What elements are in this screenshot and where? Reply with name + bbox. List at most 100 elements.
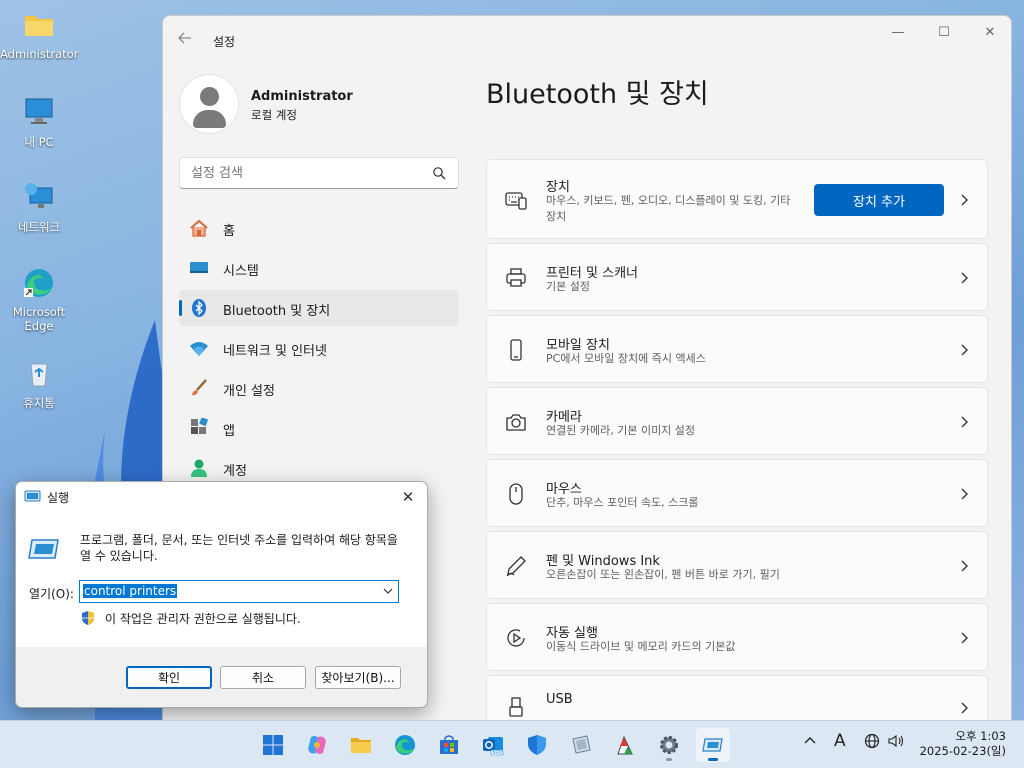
input-indicator[interactable]: A [834, 731, 846, 751]
taskbar-clock[interactable]: 오후 1:03 2025-02-23(일) [920, 729, 1006, 759]
open-label: 열기(O): [29, 587, 74, 601]
card-printers[interactable]: 프린터 및 스캐너 기본 설정 [486, 243, 988, 311]
minimize-button[interactable]: — [881, 22, 915, 44]
wifi-icon [190, 342, 208, 356]
printer-icon [506, 268, 526, 287]
ok-button[interactable]: 확인 [126, 666, 212, 689]
chevron-right-icon [961, 702, 968, 714]
taskbar-edge[interactable] [388, 728, 422, 762]
sidebar-item-label: 개인 설정 [223, 384, 275, 399]
card-description: 오른손잡이 또는 왼손잡이, 펜 버튼 바로 가기, 필기 [546, 568, 780, 581]
window-title: 설정 [213, 35, 236, 49]
settings-cards: 장치 마우스, 키보드, 펜, 오디오, 디스플레이 및 도킹, 기타 장치 장… [486, 159, 988, 722]
brush-icon [192, 379, 207, 396]
run-command-value: control printers [83, 584, 178, 598]
card-usb[interactable]: USB [486, 675, 988, 722]
card-description: 이동식 드라이브 및 메모리 카드의 기본값 [546, 640, 736, 653]
run-close-button[interactable]: ✕ [397, 486, 419, 508]
arrow-left-icon [178, 32, 191, 44]
run-program-icon [28, 539, 59, 559]
chevron-right-icon [961, 272, 968, 284]
card-description: 단추, 마우스 포인터 속도, 스크롤 [546, 496, 699, 509]
mouse-icon [509, 483, 523, 505]
copilot-icon [308, 736, 326, 754]
sidebar-item-label: 홈 [223, 224, 235, 239]
taskbar-copilot[interactable] [300, 728, 334, 762]
card-mouse[interactable]: 마우스 단추, 마우스 포인터 속도, 스크롤 [486, 459, 988, 527]
settings-gear-icon [660, 736, 678, 754]
sidebar-item-system[interactable]: 시스템 [179, 250, 459, 286]
chevron-up-icon [804, 737, 816, 744]
chevron-right-icon [961, 488, 968, 500]
taskbar-start[interactable] [256, 728, 290, 762]
pen-icon [506, 556, 526, 577]
maximize-button[interactable]: ☐ [927, 22, 961, 44]
defender-icon [528, 735, 546, 755]
desktop-icon-edge[interactable]: Microsoft Edge [0, 266, 78, 333]
edge-icon [395, 735, 415, 755]
user-name: Administrator [251, 89, 353, 104]
desktop-icon-label: 네트워크 [17, 220, 61, 234]
user-profile[interactable]: Administrator 로컬 계정 [179, 74, 353, 134]
sidebar-item-label: 네트워크 및 인터넷 [223, 344, 327, 359]
run-icon [24, 490, 41, 502]
chevron-right-icon [961, 194, 968, 206]
store-icon [440, 735, 458, 754]
desktop-icon-recycle-bin[interactable]: 휴지통 [0, 356, 78, 411]
recycle-bin-icon [30, 363, 48, 387]
add-device-button[interactable]: 장치 추가 [814, 184, 944, 216]
close-icon: ✕ [401, 488, 415, 506]
back-button[interactable] [177, 30, 197, 50]
taskbar-snipping[interactable] [564, 728, 598, 762]
search-icon [433, 167, 446, 180]
desktop-icon-this-pc[interactable]: 내 PC [0, 95, 78, 150]
taskbar: NEW A 오후 1:03 2025-02-23(일) [0, 720, 1024, 768]
card-autoplay[interactable]: 자동 실행 이동식 드라이브 및 메모리 카드의 기본값 [486, 603, 988, 671]
tray-network-volume[interactable] [864, 733, 905, 753]
usb-icon [509, 697, 523, 717]
run-title-bar: 실행 ✕ [16, 482, 427, 512]
running-indicator [666, 758, 672, 761]
paint-icon [617, 735, 633, 755]
close-button[interactable]: ✕ [973, 22, 1007, 44]
browse-button[interactable]: 찾아보기(B)... [315, 666, 401, 689]
bluetooth-icon [192, 299, 206, 317]
windows-start-icon [263, 735, 283, 755]
sidebar-item-personalization[interactable]: 개인 설정 [179, 370, 459, 406]
tray-chevron-button[interactable] [803, 733, 817, 751]
taskbar-outlook[interactable]: NEW [476, 728, 510, 762]
chevron-down-icon[interactable] [382, 585, 394, 597]
taskbar-defender[interactable] [520, 728, 554, 762]
card-description: 마우스, 키보드, 펜, 오디오, 디스플레이 및 도킹, 기타 장치 [546, 194, 791, 223]
taskbar-paint[interactable] [608, 728, 642, 762]
card-description: PC에서 모바일 장치에 즉시 액세스 [546, 352, 706, 365]
card-mobile-devices[interactable]: 모바일 장치 PC에서 모바일 장치에 즉시 액세스 [486, 315, 988, 383]
avatar [179, 74, 239, 134]
camera-icon [506, 414, 526, 431]
cancel-button[interactable]: 취소 [220, 666, 306, 689]
desktop-icon-administrator[interactable]: Administrator [0, 8, 78, 61]
taskbar-store[interactable] [432, 728, 466, 762]
run-title: 실행 [47, 491, 70, 505]
card-pen-ink[interactable]: 펜 및 Windows Ink 오른손잡이 또는 왼손잡이, 펜 버튼 바로 가… [486, 531, 988, 599]
monitor-icon [25, 98, 53, 124]
taskbar-settings[interactable] [652, 728, 686, 762]
sidebar-item-bluetooth[interactable]: Bluetooth 및 장치 [179, 290, 459, 326]
sidebar-item-home[interactable]: 홈 [179, 210, 459, 246]
snipping-icon [572, 735, 591, 754]
volume-icon [888, 734, 904, 748]
globe-icon [864, 733, 880, 749]
taskbar-run[interactable] [696, 728, 730, 762]
desktop-icon-network[interactable]: 네트워크 [0, 180, 78, 235]
phone-icon [510, 339, 522, 361]
search-input[interactable] [180, 158, 420, 188]
file-explorer-icon [351, 738, 371, 753]
run-command-input[interactable]: control printers [79, 580, 399, 603]
sidebar-item-network[interactable]: 네트워크 및 인터넷 [179, 330, 459, 366]
clock-date: 2025-02-23(일) [919, 744, 1006, 758]
monitor-icon [190, 262, 208, 273]
sidebar-item-apps[interactable]: 앱 [179, 410, 459, 446]
card-devices[interactable]: 장치 마우스, 키보드, 펜, 오디오, 디스플레이 및 도킹, 기타 장치 장… [486, 159, 988, 239]
taskbar-file-explorer[interactable] [344, 728, 378, 762]
card-camera[interactable]: 카메라 연결된 카메라, 기본 이미지 설정 [486, 387, 988, 455]
